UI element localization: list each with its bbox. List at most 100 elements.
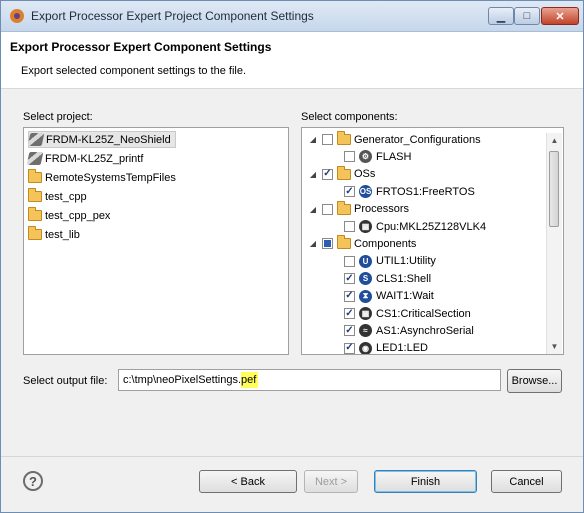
- expand-toggle-icon[interactable]: ◢: [308, 239, 318, 248]
- maximize-icon: □: [523, 10, 531, 22]
- folder-icon: [337, 235, 351, 250]
- tree-component[interactable]: ▦ Cpu:MKL25Z128VLK4: [344, 218, 486, 235]
- checkbox[interactable]: [344, 255, 355, 267]
- tree-label: UTIL1:Utility: [376, 255, 436, 268]
- checkbox[interactable]: [322, 203, 333, 215]
- tree-component[interactable]: ✓ ≈ AS1:AsynchroSerial: [344, 322, 474, 339]
- output-file-path: c:\tmp\neoPixelSettings.: [123, 374, 242, 386]
- project-list-item[interactable]: FRDM-KL25Z_NeoShield: [27, 131, 176, 148]
- checkbox[interactable]: [344, 221, 355, 232]
- close-icon: ✕: [555, 10, 565, 23]
- led-icon: ◉: [359, 341, 372, 354]
- checkbox[interactable]: ✓: [344, 186, 355, 198]
- tree-component[interactable]: ✓ ◉ LED1:LED: [344, 340, 428, 355]
- tree-component[interactable]: ✓ ⧗ WAIT1:Wait: [344, 288, 434, 305]
- shell-icon: S: [359, 272, 372, 286]
- title-bar[interactable]: Export Processor Expert Project Componen…: [1, 1, 583, 32]
- project-label: FRDM-KL25Z_NeoShield: [46, 133, 171, 146]
- browse-button[interactable]: Browse...: [507, 369, 562, 393]
- tree-label: CS1:CriticalSection: [376, 307, 471, 320]
- tree-category[interactable]: ◢ Generator_Configurations: [308, 131, 481, 148]
- select-components-label: Select components:: [301, 111, 398, 123]
- tree-component[interactable]: ✓ ▦ CS1:CriticalSection: [344, 305, 471, 322]
- tree-component[interactable]: ✓ OS FRTOS1:FreeRTOS: [344, 183, 475, 200]
- select-project-label: Select project:: [23, 111, 93, 123]
- tree-label: CLS1:Shell: [376, 272, 432, 285]
- tree-label: Generator_Configurations: [354, 133, 481, 146]
- minimize-icon: ▁: [496, 10, 506, 23]
- project-list-item[interactable]: FRDM-KL25Z_printf: [26, 150, 147, 167]
- checkbox[interactable]: ✓: [344, 290, 355, 302]
- tree-component[interactable]: ⚙ FLASH: [344, 148, 411, 165]
- tree-label: OSs: [354, 168, 376, 181]
- minimize-button[interactable]: ▁: [488, 7, 514, 25]
- expand-toggle-icon[interactable]: ◢: [308, 170, 318, 179]
- close-button[interactable]: ✕: [541, 7, 579, 25]
- gear-icon: ⚙: [359, 150, 372, 164]
- next-button[interactable]: Next >: [304, 470, 358, 493]
- tree-category[interactable]: ◢ Processors: [308, 200, 409, 218]
- serial-icon: ≈: [359, 324, 372, 338]
- back-button[interactable]: < Back: [199, 470, 297, 493]
- tree-label: WAIT1:Wait: [376, 290, 434, 303]
- tree-category[interactable]: ◢ Components: [308, 235, 416, 252]
- wizard-header: Export Processor Expert Component Settin…: [1, 32, 583, 89]
- component-tree[interactable]: ◢ Generator_Configurations ⚙ FLASH ◢ ✓ OSs ✓ OS F…: [301, 127, 564, 355]
- tree-label: LED1:LED: [376, 342, 428, 355]
- page-title: Export Processor Expert Component Settin…: [10, 40, 272, 54]
- scroll-up-icon[interactable]: ▲: [547, 133, 562, 148]
- scroll-thumb[interactable]: [549, 151, 559, 227]
- wait-icon: ⧗: [359, 289, 372, 303]
- finish-button[interactable]: Finish: [374, 470, 477, 493]
- tree-label: AS1:AsynchroSerial: [376, 324, 474, 337]
- project-label: RemoteSystemsTempFiles: [45, 171, 176, 184]
- window-title: Export Processor Expert Project Componen…: [31, 9, 314, 23]
- tree-label: FRTOS1:FreeRTOS: [376, 185, 475, 198]
- checkbox[interactable]: ✓: [344, 342, 355, 354]
- help-icon[interactable]: ?: [23, 471, 43, 491]
- checkbox[interactable]: [322, 238, 333, 250]
- folder-icon: [337, 131, 351, 145]
- utility-icon: U: [359, 254, 372, 268]
- project-icon: [26, 152, 44, 165]
- project-label: FRDM-KL25Z_printf: [45, 152, 144, 165]
- project-icon: [27, 133, 45, 146]
- tree-label: Components: [354, 237, 417, 250]
- tree-label: Cpu:MKL25Z128VLK4: [376, 220, 487, 233]
- component-tree-scrollbar[interactable]: ▲ ▼: [546, 133, 562, 354]
- scroll-down-icon[interactable]: ▼: [547, 339, 562, 354]
- folder-icon: [337, 165, 351, 180]
- project-list-item[interactable]: test_cpp_pex: [28, 207, 114, 224]
- tree-component[interactable]: U UTIL1:Utility: [344, 253, 436, 270]
- checkbox[interactable]: ✓: [344, 273, 355, 285]
- chip-icon: ▦: [359, 220, 372, 233]
- checkbox[interactable]: [322, 134, 333, 145]
- output-file-input[interactable]: c:\tmp\neoPixelSettings.pef: [118, 369, 501, 391]
- expand-toggle-icon[interactable]: ◢: [308, 135, 318, 144]
- project-list-item[interactable]: test_cpp: [28, 188, 91, 205]
- checkbox[interactable]: ✓: [344, 308, 355, 319]
- export-dialog: Export Processor Expert Project Componen…: [0, 0, 584, 513]
- project-label: test_lib: [45, 228, 80, 241]
- folder-icon: [28, 188, 42, 202]
- footer-divider: [1, 456, 583, 457]
- page-description: Export selected component settings to th…: [21, 65, 247, 77]
- folder-icon: [337, 200, 351, 215]
- tree-component[interactable]: ✓ S CLS1:Shell: [344, 270, 431, 287]
- expand-toggle-icon[interactable]: ◢: [308, 205, 318, 214]
- app-icon: [10, 9, 24, 23]
- cancel-button[interactable]: Cancel: [491, 470, 562, 493]
- project-label: test_cpp: [45, 190, 87, 203]
- checkbox[interactable]: ✓: [344, 325, 355, 337]
- project-list-item[interactable]: test_lib: [28, 226, 84, 243]
- folder-icon: [28, 226, 42, 240]
- folder-icon: [28, 207, 42, 221]
- project-list[interactable]: FRDM-KL25Z_NeoShield FRDM-KL25Z_printf Rem…: [23, 127, 289, 355]
- tree-label: FLASH: [376, 150, 412, 163]
- project-list-item[interactable]: RemoteSystemsTempFiles: [28, 169, 180, 186]
- checkbox[interactable]: ✓: [322, 168, 333, 180]
- output-file-extension: pef: [241, 372, 259, 388]
- maximize-button[interactable]: □: [514, 7, 540, 25]
- tree-category[interactable]: ◢ ✓ OSs: [308, 165, 376, 183]
- checkbox[interactable]: [344, 151, 355, 163]
